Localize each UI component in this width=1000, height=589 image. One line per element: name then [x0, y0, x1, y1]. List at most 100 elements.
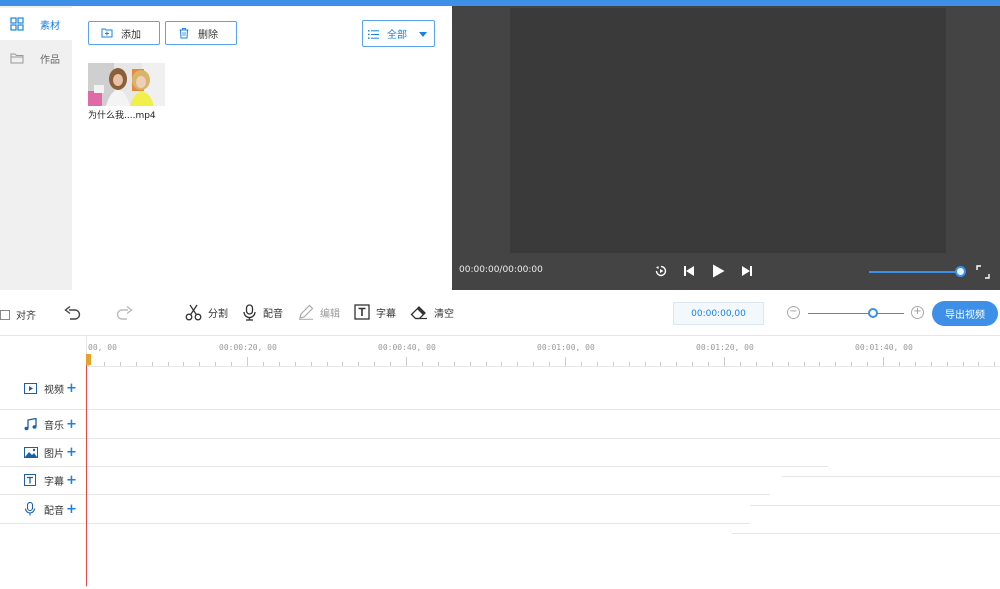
- list-icon: [368, 30, 379, 39]
- add-file-icon: [101, 28, 113, 38]
- ruler-tick: [119, 362, 121, 366]
- ruler-label: 00:01:40, 00: [855, 343, 913, 352]
- align-toggle[interactable]: 对齐: [0, 307, 36, 322]
- add-music-track-button[interactable]: +: [66, 417, 77, 432]
- grid-icon: [10, 17, 24, 31]
- next-frame-icon[interactable]: [739, 263, 755, 279]
- ruler-tick: [787, 362, 789, 366]
- eraser-icon: [410, 306, 427, 320]
- previous-frame-icon[interactable]: [681, 263, 697, 279]
- export-video-button[interactable]: 导出视频: [932, 301, 998, 326]
- track-separator: [0, 409, 1000, 410]
- ruler-tick: [835, 362, 837, 366]
- edit-tool[interactable]: 编辑: [298, 304, 340, 320]
- track-video: 视频 +: [0, 378, 86, 398]
- ruler-tick: [135, 362, 137, 366]
- ruler-tick: [390, 362, 392, 366]
- player-time: 00:00:00/00:00:00: [459, 265, 543, 275]
- ruler-tick: [803, 362, 805, 366]
- ruler-tick: [851, 362, 853, 366]
- timeline-playhead[interactable]: [86, 354, 87, 586]
- play-icon[interactable]: [710, 263, 726, 279]
- fullscreen-icon[interactable]: [975, 264, 991, 280]
- ruler-tick: [469, 362, 471, 366]
- split-tool[interactable]: 分割: [185, 304, 228, 321]
- sidebar-item-material[interactable]: 素材: [0, 8, 72, 40]
- align-checkbox[interactable]: [0, 309, 10, 320]
- ruler-tick: [962, 362, 964, 366]
- ruler-tick: [517, 362, 519, 366]
- ruler-tick: [342, 362, 344, 366]
- ruler-tick: [692, 362, 694, 366]
- ruler-tick: [183, 362, 185, 366]
- ruler-tick: [676, 362, 678, 366]
- dub-label: 配音: [263, 309, 283, 320]
- dub-tool[interactable]: 配音: [242, 304, 283, 321]
- ruler-tick: [215, 362, 217, 366]
- text-icon: [354, 304, 370, 320]
- edit-toolbar: 对齐 分割 配音 编辑 字幕 清空 00:00:00,00 − + 导出视频: [0, 290, 1000, 336]
- redo-icon[interactable]: [115, 306, 133, 321]
- material-panel: 添加 删除 全部 为什么我....mp4: [72, 6, 452, 290]
- zoom-in-icon[interactable]: +: [911, 306, 924, 319]
- clear-tool[interactable]: 清空: [410, 304, 454, 320]
- clip-thumbnail[interactable]: [88, 63, 165, 106]
- add-button[interactable]: 添加: [88, 21, 160, 45]
- track-subtitle: 字幕 +: [0, 470, 86, 490]
- filter-dropdown[interactable]: 全部: [362, 20, 435, 47]
- sidebar-item-label: 作品: [40, 55, 60, 66]
- video-icon: [24, 382, 37, 394]
- undo-icon[interactable]: [64, 306, 82, 321]
- track-music: 音乐 +: [0, 414, 86, 434]
- track-separator: [0, 466, 828, 467]
- sidebar-item-label: 素材: [40, 21, 60, 32]
- ruler-tick: [485, 362, 487, 366]
- replay-icon[interactable]: [653, 263, 669, 279]
- ruler-tick: [374, 362, 376, 366]
- ruler-tick: [151, 362, 153, 366]
- ruler-tick: [103, 362, 105, 366]
- volume-slider-track[interactable]: [869, 271, 959, 273]
- zoom-slider-track[interactable]: [808, 313, 904, 314]
- ruler-label: 00:01:20, 00: [696, 343, 754, 352]
- split-label: 分割: [208, 309, 228, 320]
- ruler-tick: [580, 362, 582, 366]
- track-separator: [0, 438, 1000, 439]
- timeline-ruler[interactable]: 00, 00 00:00:20, 00 00:00:40, 00 00:01:0…: [86, 337, 1000, 367]
- microphone-icon: [243, 304, 256, 321]
- track-separator: [0, 494, 770, 495]
- track-dub: 配音 +: [0, 499, 86, 519]
- ruler-tick: [406, 357, 407, 366]
- filter-value: 全部: [387, 30, 407, 41]
- ruler-tick: [437, 362, 439, 366]
- ruler-tick: [231, 362, 233, 366]
- video-preview-screen: [510, 8, 946, 253]
- ruler-tick: [708, 362, 710, 366]
- zoom-out-icon[interactable]: −: [787, 306, 800, 319]
- track-separator: [732, 533, 1000, 534]
- sidebar-item-works[interactable]: 作品: [0, 42, 72, 74]
- ruler-tick: [867, 362, 869, 366]
- ruler-tick: [914, 362, 916, 366]
- add-image-track-button[interactable]: +: [66, 445, 77, 460]
- ruler-label: 00:00:20, 00: [219, 343, 277, 352]
- ruler-tick: [533, 362, 535, 366]
- playhead-handle[interactable]: [86, 354, 91, 365]
- add-dub-track-button[interactable]: +: [66, 502, 77, 517]
- add-video-track-button[interactable]: +: [66, 381, 77, 396]
- sidebar: 素材 作品: [0, 6, 72, 290]
- ruler-tick: [612, 362, 614, 366]
- subtitle-tool[interactable]: 字幕: [354, 304, 396, 320]
- volume-slider-handle[interactable]: [955, 266, 966, 277]
- ruler-tick: [565, 357, 566, 366]
- track-separator: [750, 505, 1000, 506]
- ruler-tick: [199, 362, 201, 366]
- ruler-tick: [294, 362, 296, 366]
- add-subtitle-track-button[interactable]: +: [66, 473, 77, 488]
- microphone-icon: [24, 502, 36, 516]
- delete-button[interactable]: 删除: [165, 21, 237, 45]
- ruler-tick: [549, 362, 551, 366]
- music-icon: [24, 417, 37, 430]
- zoom-slider-handle[interactable]: [868, 308, 878, 318]
- ruler-tick: [930, 362, 932, 366]
